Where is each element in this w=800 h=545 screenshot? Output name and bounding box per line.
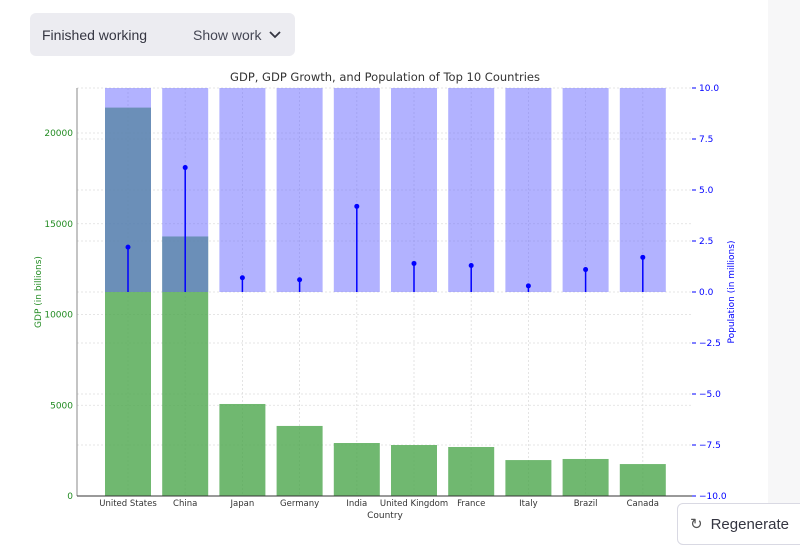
gdp-bar (448, 446, 495, 496)
population-bar (276, 88, 323, 292)
population-bar (391, 88, 437, 292)
y2-tick-label: −5.0 (699, 390, 721, 400)
x-tick-label: Brazil (574, 499, 598, 509)
x-axis-label: Country (367, 511, 403, 521)
x-tick-label: India (346, 499, 367, 509)
gdp-bar (276, 425, 323, 496)
gdp-bar (391, 445, 437, 496)
growth-marker (411, 260, 417, 266)
regenerate-label: Regenerate (710, 515, 789, 533)
y2-tick-label: −10.0 (699, 492, 727, 502)
y2-axis-label: Population (in millions) (727, 241, 737, 344)
x-tick-label: France (457, 499, 485, 509)
y2-tick-label: 10.0 (699, 84, 719, 94)
y2-tick-label: 5.0 (699, 186, 714, 196)
y2-tick-label: 2.5 (699, 237, 713, 247)
x-tick-label: United Kingdom (380, 499, 448, 509)
regenerate-button[interactable]: ↻ Regenerate (677, 503, 800, 545)
growth-marker (468, 262, 474, 268)
chart-title: GDP, GDP Growth, and Population of Top 1… (230, 70, 540, 84)
gdp-bar (219, 403, 266, 496)
x-tick-label: Italy (519, 499, 537, 509)
y2-tick-label: 7.5 (699, 135, 713, 145)
y-axis-label: GDP (in billions) (34, 256, 44, 328)
x-tick-label: China (173, 499, 197, 509)
growth-marker (583, 267, 589, 273)
y-tick-label: 15000 (44, 220, 73, 230)
population-bar (562, 88, 609, 292)
population-bar (448, 88, 495, 292)
growth-marker (354, 203, 360, 209)
gdp-bar (505, 460, 552, 496)
chart: 0 5000 10000 15000 20000 −10.0 −7.5 −5.0 −2.5 0.0… (34, 70, 737, 521)
y2-tick-label: −7.5 (699, 441, 721, 451)
y-tick-label: 0 (67, 492, 73, 502)
y-tick-label: 5000 (50, 401, 73, 411)
population-bar (219, 88, 266, 292)
gdp-bar (562, 458, 609, 496)
growth-marker (239, 275, 245, 281)
y-tick-label: 10000 (44, 311, 73, 321)
growth-marker (297, 277, 303, 283)
population-bar (505, 88, 552, 292)
x-tick-label: United States (99, 499, 157, 509)
growth-marker (640, 254, 646, 260)
refresh-icon: ↻ (690, 516, 703, 533)
plot-area (105, 88, 666, 496)
growth-marker (525, 283, 531, 289)
x-tick-label: Japan (230, 499, 255, 509)
y-tick-label: 20000 (44, 129, 73, 139)
gdp-bar (333, 443, 380, 496)
gdp-bar (619, 464, 666, 496)
y2-tick-label: 0.0 (699, 288, 714, 298)
x-tick-label: Germany (280, 499, 319, 509)
y2-tick-label: −2.5 (699, 339, 721, 349)
growth-marker (182, 165, 188, 171)
x-tick-label: Canada (627, 499, 659, 509)
growth-marker (125, 244, 131, 250)
